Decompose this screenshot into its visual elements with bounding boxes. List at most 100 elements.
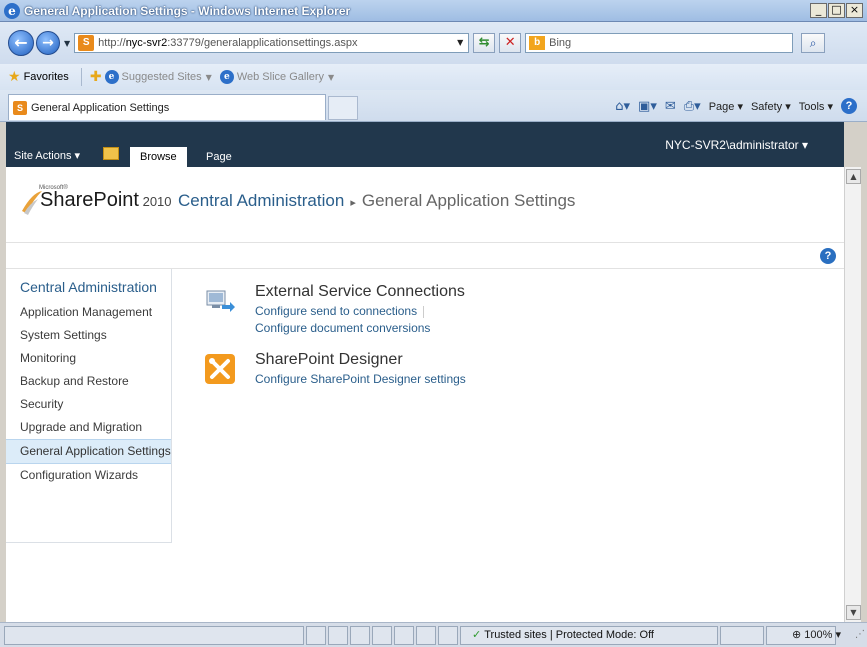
- navigate-up-icon[interactable]: [103, 147, 119, 160]
- page-content: Microsoft® SharePoint 2010 Central Admin…: [6, 167, 844, 622]
- breadcrumb-separator: ▸: [350, 197, 356, 209]
- maximize-button[interactable]: □: [828, 3, 845, 18]
- recent-pages-dropdown[interactable]: ▼: [64, 39, 70, 48]
- new-tab-button[interactable]: [328, 96, 358, 120]
- quick-launch: Central Administration Application Manag…: [6, 269, 172, 543]
- sharepoint-favicon-icon: S: [78, 35, 95, 51]
- back-button[interactable]: ←: [8, 30, 34, 56]
- title-area: Microsoft® SharePoint 2010 Central Admin…: [6, 167, 844, 243]
- ie-page-icon: e: [104, 70, 119, 84]
- site-actions-menu[interactable]: Site Actions ▾: [14, 149, 80, 162]
- search-input[interactable]: b Bing: [525, 33, 794, 53]
- tools-menu[interactable]: Tools ▾: [799, 100, 833, 113]
- mail-icon[interactable]: ✉: [665, 99, 676, 114]
- page-menu[interactable]: Page ▾: [709, 100, 743, 113]
- web-slice-gallery-button[interactable]: e Web Slice Gallery ▼: [219, 70, 335, 84]
- resize-grip-icon[interactable]: ⋰: [855, 629, 865, 640]
- status-bar: ✓ Trusted sites | Protected Mode: Off ⊕ 1…: [0, 622, 867, 647]
- external-service-connections-group: External Service Connections Configure s…: [204, 283, 804, 351]
- breadcrumb-root-link[interactable]: Central Administration: [178, 191, 344, 210]
- nav-item-configuration-wizards[interactable]: Configuration Wizards: [6, 464, 171, 487]
- url-text: http://nyc-svr2:33779/generalapplication…: [98, 37, 358, 49]
- product-name: SharePoint 2010: [40, 189, 172, 211]
- status-pane: [350, 626, 370, 645]
- privacy-pane[interactable]: [720, 626, 764, 645]
- add-favorite-icon[interactable]: ✚: [90, 69, 102, 85]
- quick-launch-heading[interactable]: Central Administration: [6, 269, 171, 295]
- feeds-icon[interactable]: ▣▾: [638, 99, 657, 114]
- status-pane: [394, 626, 414, 645]
- safety-menu[interactable]: Safety ▾: [751, 100, 791, 113]
- vertical-scrollbar[interactable]: ▲ ▼: [844, 167, 861, 622]
- nav-item-application-management[interactable]: Application Management: [6, 301, 171, 324]
- status-message-pane: [4, 626, 304, 645]
- window-controls: _ □ ×: [810, 3, 863, 18]
- sharepoint-designer-icon: [205, 354, 235, 384]
- forward-button[interactable]: →: [36, 31, 60, 55]
- bing-icon: b: [529, 36, 546, 50]
- help-bar: ?: [6, 243, 844, 269]
- sharepoint-favicon-icon: S: [13, 100, 27, 115]
- configure-sharepoint-designer-settings-link[interactable]: Configure SharePoint Designer settings: [255, 371, 466, 388]
- close-button[interactable]: ×: [846, 3, 863, 18]
- tab-page[interactable]: Page: [196, 147, 242, 167]
- zoom-level[interactable]: ⊕ 100% ▾: [792, 628, 841, 641]
- scroll-up-arrow-icon[interactable]: ▲: [846, 169, 861, 184]
- home-icon[interactable]: ⌂▾: [615, 99, 630, 114]
- window-title: General Application Settings - Windows I…: [24, 3, 351, 18]
- security-zone-status: ✓ Trusted sites | Protected Mode: Off: [472, 628, 654, 641]
- sharepoint-ribbon: Site Actions ▾ Browse Page NYC-SVR2\admi…: [6, 122, 844, 167]
- group-title: SharePoint Designer: [255, 351, 403, 368]
- group-links: Configure send to connections Configure …: [255, 303, 430, 337]
- ie-logo-icon: e: [4, 2, 20, 19]
- sharepoint-designer-group: SharePoint Designer Configure SharePoint…: [204, 351, 804, 419]
- external-connections-icon: [206, 290, 235, 312]
- group-title: External Service Connections: [255, 283, 465, 300]
- breadcrumb: Central Administration ▸ General Applicati…: [178, 191, 575, 211]
- compatibility-refresh-button[interactable]: ⇆: [473, 33, 496, 53]
- tab-browse[interactable]: Browse: [130, 147, 187, 167]
- link-divider: [423, 305, 425, 318]
- status-pane: [372, 626, 392, 645]
- nav-item-general-application-settings[interactable]: General Application Settings: [6, 439, 171, 464]
- page-title: General Application Settings: [361, 191, 576, 210]
- settings-groups: External Service Connections Configure s…: [204, 283, 804, 419]
- status-pane: [328, 626, 348, 645]
- search-button[interactable]: ⌕: [801, 33, 826, 53]
- suggested-sites-button[interactable]: e Suggested Sites ▼: [104, 70, 212, 84]
- tab-command-bar: S General Application Settings ⌂▾ ▣▾ ✉ ⎙…: [0, 90, 867, 122]
- ie-page-icon: e: [219, 70, 234, 84]
- address-input[interactable]: S http://nyc-svr2:33779/generalapplicati…: [74, 33, 470, 53]
- divider: [80, 68, 82, 86]
- nav-item-security[interactable]: Security: [6, 393, 171, 416]
- window-title-bar: e General Application Settings - Windows…: [0, 0, 867, 22]
- minimize-button[interactable]: _: [810, 3, 827, 18]
- browser-tab[interactable]: S General Application Settings: [8, 94, 326, 120]
- nav-item-backup-and-restore[interactable]: Backup and Restore: [6, 370, 171, 393]
- scroll-down-arrow-icon[interactable]: ▼: [846, 605, 861, 620]
- address-dropdown[interactable]: ▼: [452, 34, 468, 52]
- user-menu[interactable]: NYC-SVR2\administrator ▾: [665, 138, 808, 152]
- configure-send-to-connections-link[interactable]: Configure send to connections: [255, 303, 430, 320]
- help-icon[interactable]: ?: [841, 98, 857, 114]
- nav-item-system-settings[interactable]: System Settings: [6, 324, 171, 347]
- status-pane: [416, 626, 436, 645]
- chevron-down-icon: ▼: [205, 72, 212, 82]
- configure-document-conversions-link[interactable]: Configure document conversions: [255, 320, 430, 337]
- status-pane: [438, 626, 458, 645]
- favorites-star-icon: ★: [8, 69, 21, 85]
- group-links: Configure SharePoint Designer settings: [255, 371, 466, 388]
- nav-item-monitoring[interactable]: Monitoring: [6, 347, 171, 370]
- help-icon[interactable]: ?: [820, 248, 836, 264]
- favorites-button[interactable]: ★ Favorites: [8, 69, 69, 85]
- trusted-check-icon: ✓: [472, 628, 482, 641]
- command-buttons: ⌂▾ ▣▾ ✉ ⎙▾ Page ▾ Safety ▾ Tools ▾ ?: [615, 98, 857, 114]
- print-icon[interactable]: ⎙▾: [684, 99, 701, 114]
- status-pane: [306, 626, 326, 645]
- favorites-bar: ★ Favorites ✚ e Suggested Sites ▼ e Web …: [0, 64, 867, 90]
- nav-item-upgrade-and-migration[interactable]: Upgrade and Migration: [6, 416, 171, 439]
- chevron-down-icon: ▼: [328, 72, 335, 82]
- search-placeholder: Bing: [549, 37, 572, 49]
- address-toolbar: ← → ▼ S http://nyc-svr2:33779/generalapp…: [0, 22, 867, 64]
- stop-button[interactable]: ✕: [499, 33, 522, 53]
